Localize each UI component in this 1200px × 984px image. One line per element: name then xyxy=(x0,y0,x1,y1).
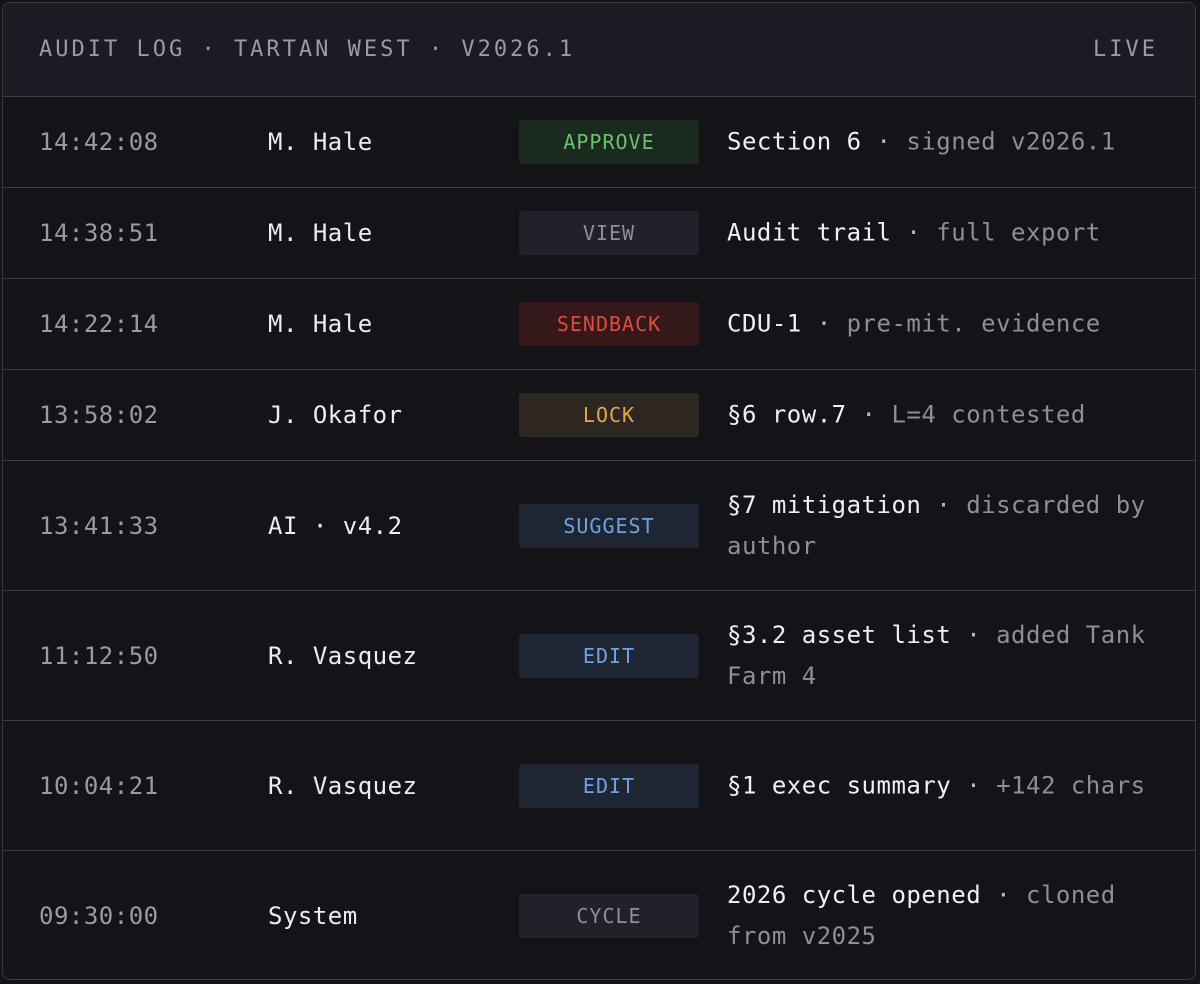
entry-detail-target: Section 6 xyxy=(727,127,862,156)
audit-log-row[interactable]: 14:38:51 M. Hale VIEW Audit trail · full ex… xyxy=(3,188,1195,279)
audit-log-row[interactable]: 10:04:21 R. Vasquez EDIT §1 exec summary · … xyxy=(3,721,1195,851)
audit-log-row[interactable]: 14:22:14 M. Hale SENDBACK CDU-1 · pre-mit. … xyxy=(3,279,1195,370)
entry-detail-note: pre-mit. evidence xyxy=(846,309,1101,338)
action-badge-cycle: CYCLE xyxy=(519,894,699,938)
entry-detail-note: L=4 contested xyxy=(891,400,1086,429)
audit-log-row[interactable]: 11:12:50 R. Vasquez EDIT §3.2 asset list · … xyxy=(3,591,1195,721)
detail-separator: · xyxy=(951,620,997,649)
entry-actor: M. Hale xyxy=(268,310,373,338)
action-badge-edit: EDIT xyxy=(519,633,699,678)
action-badge-view: VIEW xyxy=(519,211,699,255)
audit-log-title: AUDIT LOG · TARTAN WEST · V2026.1 xyxy=(39,37,576,62)
entry-timestamp: 13:41:33 xyxy=(39,511,159,540)
action-badge-edit: EDIT xyxy=(519,763,699,808)
entry-detail-note: signed v2026.1 xyxy=(906,127,1116,156)
detail-separator: · xyxy=(801,309,847,338)
audit-log-panel: AUDIT LOG · TARTAN WEST · V2026.1 LIVE 1… xyxy=(2,2,1196,980)
audit-log-row[interactable]: 09:30:00 System CYCLE 2026 cycle opened · c… xyxy=(3,851,1195,979)
entry-actor: M. Hale xyxy=(268,219,373,247)
audit-log-row[interactable]: 13:58:02 J. Okafor LOCK §6 row.7 · L=4 cont… xyxy=(3,370,1195,461)
entry-timestamp: 09:30:00 xyxy=(39,902,159,930)
action-badge-suggest: SUGGEST xyxy=(519,503,699,548)
audit-log-row[interactable]: 13:41:33 AI · v4.2 SUGGEST §7 mitigation · … xyxy=(3,461,1195,591)
entry-actor: M. Hale xyxy=(268,128,373,156)
audit-log-row[interactable]: 14:42:08 M. Hale APPROVE Section 6 · signed… xyxy=(3,97,1195,188)
detail-separator: · xyxy=(981,881,1026,909)
entry-detail: 2026 cycle opened · cloned from v2025 xyxy=(727,875,1167,957)
detail-separator: · xyxy=(951,771,997,799)
entry-actor: J. Okafor xyxy=(268,401,403,429)
entry-detail: §3.2 asset list · added Tank Farm 4 xyxy=(727,615,1167,697)
entry-detail-target: §1 exec summary xyxy=(727,771,952,799)
detail-separator: · xyxy=(921,490,967,519)
entry-detail: §6 row.7 · L=4 contested xyxy=(727,395,1167,436)
audit-log-header: AUDIT LOG · TARTAN WEST · V2026.1 LIVE xyxy=(3,3,1195,97)
entry-detail: Audit trail · full export xyxy=(727,213,1167,254)
live-status: LIVE xyxy=(1093,37,1158,62)
entry-detail-target: §7 mitigation xyxy=(727,490,922,519)
entry-detail: §7 mitigation · discarded by author xyxy=(727,485,1167,567)
entry-detail-target: §6 row.7 xyxy=(727,400,847,429)
entry-timestamp: 14:38:51 xyxy=(39,219,159,247)
entry-actor: AI · v4.2 xyxy=(268,511,403,540)
entry-timestamp: 14:42:08 xyxy=(39,128,159,156)
entry-detail-target: CDU-1 xyxy=(727,309,802,338)
entry-timestamp: 11:12:50 xyxy=(39,641,159,670)
entry-detail-target: §3.2 asset list xyxy=(727,620,952,649)
entry-detail-note: full export xyxy=(936,218,1101,247)
entry-detail: Section 6 · signed v2026.1 xyxy=(727,122,1167,163)
action-badge-sendback: SENDBACK xyxy=(519,302,699,346)
action-badge-lock: LOCK xyxy=(519,393,699,437)
entry-actor: R. Vasquez xyxy=(268,771,418,800)
detail-separator: · xyxy=(891,218,937,247)
entry-detail-target: 2026 cycle opened xyxy=(727,881,982,909)
entry-actor: R. Vasquez xyxy=(268,641,418,670)
entry-detail-note: +142 chars xyxy=(996,771,1146,799)
audit-log-list: 14:42:08 M. Hale APPROVE Section 6 · signed… xyxy=(3,97,1195,979)
entry-timestamp: 10:04:21 xyxy=(39,771,159,800)
action-badge-approve: APPROVE xyxy=(519,120,699,164)
entry-detail-target: Audit trail xyxy=(727,218,892,247)
entry-timestamp: 13:58:02 xyxy=(39,401,159,429)
entry-timestamp: 14:22:14 xyxy=(39,310,159,338)
detail-separator: · xyxy=(861,127,907,156)
entry-detail: §1 exec summary · +142 chars xyxy=(727,765,1167,806)
entry-detail: CDU-1 · pre-mit. evidence xyxy=(727,304,1167,345)
entry-actor: System xyxy=(268,902,358,930)
detail-separator: · xyxy=(846,400,892,429)
